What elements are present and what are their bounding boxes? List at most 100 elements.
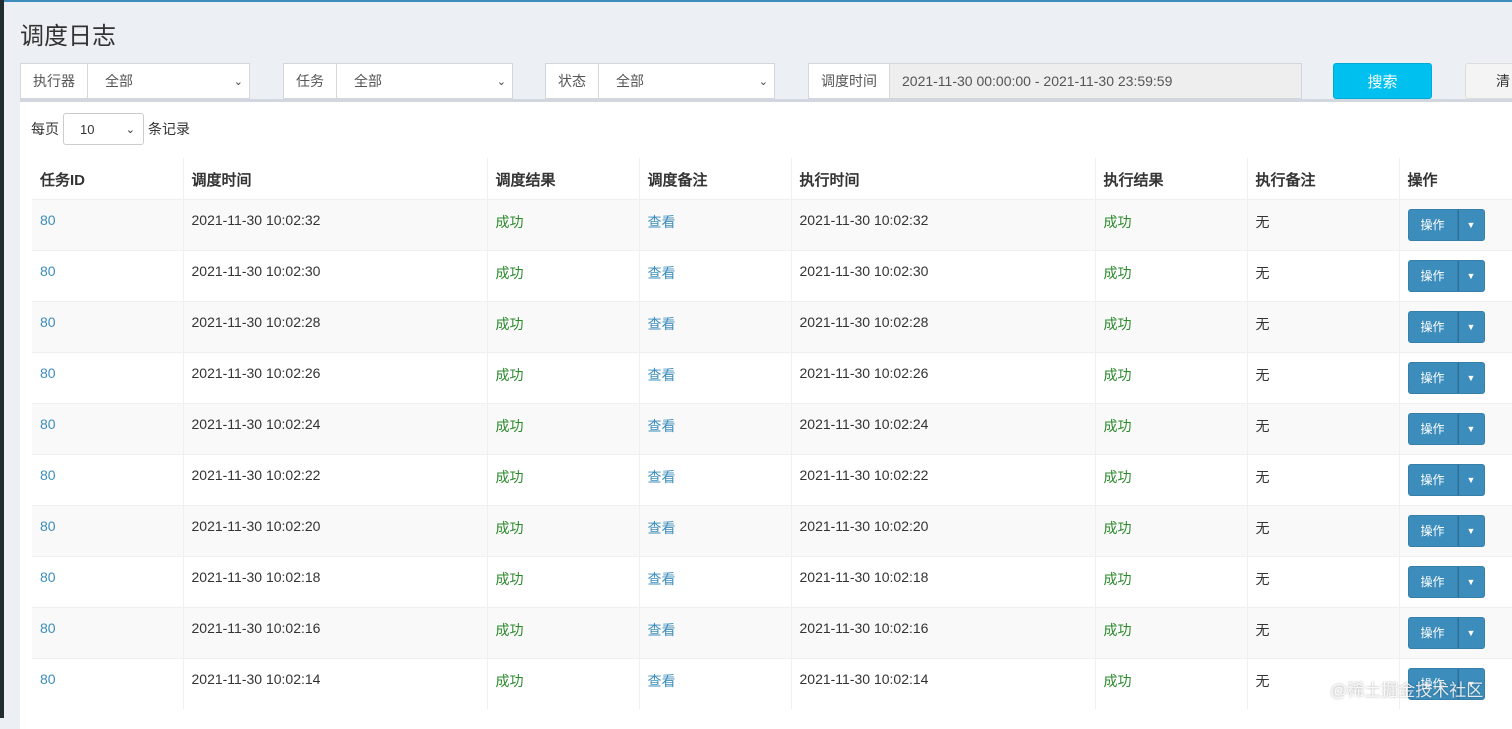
- job-id-link[interactable]: 80: [40, 671, 56, 687]
- executor-value: 全部: [105, 71, 133, 91]
- handle-time: 2021-11-30 10:02:18: [800, 569, 929, 585]
- handle-time: 2021-11-30 10:02:16: [800, 620, 929, 636]
- handle-result: 成功: [1104, 418, 1132, 434]
- column-header[interactable]: 操作: [1399, 158, 1512, 199]
- job-id-link[interactable]: 80: [40, 314, 56, 330]
- trigger-msg-link[interactable]: 查看: [648, 469, 676, 485]
- handle-time: 2021-11-30 10:02:22: [800, 467, 929, 483]
- column-header[interactable]: 执行时间: [791, 158, 1095, 199]
- page-length-prefix: 每页: [31, 119, 59, 139]
- job-id-link[interactable]: 80: [40, 212, 56, 228]
- trigger-result: 成功: [496, 367, 524, 383]
- operation-button-group: 操作▼: [1408, 311, 1512, 343]
- caret-down-icon[interactable]: ▼: [1458, 413, 1485, 445]
- handle-result: 成功: [1104, 520, 1132, 536]
- page-length-select[interactable]: 10 ⌄: [63, 113, 144, 145]
- trigger-result: 成功: [496, 520, 524, 536]
- trigger-msg-link[interactable]: 查看: [648, 520, 676, 536]
- executor-label: 执行器: [21, 64, 88, 98]
- trigger-msg-link[interactable]: 查看: [648, 316, 676, 332]
- table-row: 80 2021-11-30 10:02:20 成功 查看 2021-11-30 …: [32, 505, 1512, 556]
- job-id-link[interactable]: 80: [40, 620, 56, 636]
- handle-msg: 无: [1256, 265, 1270, 281]
- operation-button[interactable]: 操作: [1408, 260, 1458, 292]
- caret-down-icon[interactable]: ▼: [1458, 311, 1485, 343]
- sidebar-edge: [0, 0, 4, 718]
- column-header[interactable]: 调度结果: [487, 158, 639, 199]
- operation-button-group: 操作▼: [1408, 260, 1512, 292]
- chevron-down-icon: ⌄: [759, 75, 768, 88]
- caret-down-icon[interactable]: ▼: [1458, 209, 1485, 241]
- trigger-result: 成功: [496, 316, 524, 332]
- search-button[interactable]: 搜索: [1333, 63, 1432, 99]
- trigger-time: 2021-11-30 10:02:16: [192, 620, 321, 636]
- column-header[interactable]: 任务ID: [32, 158, 183, 199]
- handle-time: 2021-11-30 10:02:30: [800, 263, 929, 279]
- operation-button-group: 操作▼: [1408, 515, 1512, 547]
- clear-label: 清: [1496, 71, 1510, 91]
- chevron-down-icon: ⌄: [126, 123, 135, 136]
- handle-result: 成功: [1104, 673, 1132, 689]
- trigger-time: 2021-11-30 10:02:32: [192, 212, 321, 228]
- column-header[interactable]: 调度时间: [183, 158, 487, 199]
- trigger-time: 2021-11-30 10:02:18: [192, 569, 321, 585]
- caret-down-icon[interactable]: ▼: [1458, 464, 1485, 496]
- table-row: 80 2021-11-30 10:02:16 成功 查看 2021-11-30 …: [32, 607, 1512, 658]
- operation-button-group: 操作▼: [1408, 209, 1512, 241]
- operation-button[interactable]: 操作: [1408, 311, 1458, 343]
- operation-button[interactable]: 操作: [1408, 515, 1458, 547]
- trigger-msg-link[interactable]: 查看: [648, 214, 676, 230]
- trigger-time: 2021-11-30 10:02:26: [192, 365, 321, 381]
- column-header[interactable]: 执行备注: [1247, 158, 1399, 199]
- job-id-link[interactable]: 80: [40, 263, 56, 279]
- status-label: 状态: [546, 64, 599, 98]
- time-range-input[interactable]: 2021-11-30 00:00:00 - 2021-11-30 23:59:5…: [890, 64, 1301, 98]
- status-value: 全部: [616, 71, 644, 91]
- trigger-result: 成功: [496, 673, 524, 689]
- operation-button-group: 操作▼: [1408, 362, 1512, 394]
- operation-button-group: 操作▼: [1408, 464, 1512, 496]
- caret-down-icon[interactable]: ▼: [1458, 617, 1485, 649]
- trigger-result: 成功: [496, 418, 524, 434]
- handle-time: 2021-11-30 10:02:26: [800, 365, 929, 381]
- trigger-msg-link[interactable]: 查看: [648, 673, 676, 689]
- time-filter: 调度时间 2021-11-30 00:00:00 - 2021-11-30 23…: [808, 63, 1302, 99]
- handle-msg: 无: [1256, 622, 1270, 638]
- job-id-link[interactable]: 80: [40, 467, 56, 483]
- caret-down-icon[interactable]: ▼: [1458, 260, 1485, 292]
- trigger-msg-link[interactable]: 查看: [648, 265, 676, 281]
- handle-msg: 无: [1256, 418, 1270, 434]
- operation-button[interactable]: 操作: [1408, 362, 1458, 394]
- job-id-link[interactable]: 80: [40, 416, 56, 432]
- page-length-value: 10: [80, 122, 94, 137]
- operation-button[interactable]: 操作: [1408, 464, 1458, 496]
- trigger-time: 2021-11-30 10:02:20: [192, 518, 321, 534]
- caret-down-icon[interactable]: ▼: [1458, 566, 1485, 598]
- caret-down-icon[interactable]: ▼: [1458, 362, 1485, 394]
- operation-button[interactable]: 操作: [1408, 209, 1458, 241]
- handle-time: 2021-11-30 10:02:20: [800, 518, 929, 534]
- trigger-msg-link[interactable]: 查看: [648, 367, 676, 383]
- column-header[interactable]: 执行结果: [1095, 158, 1247, 199]
- trigger-msg-link[interactable]: 查看: [648, 571, 676, 587]
- job-select[interactable]: 全部⌄: [337, 64, 512, 98]
- trigger-msg-link[interactable]: 查看: [648, 418, 676, 434]
- chevron-down-icon: ⌄: [497, 75, 506, 88]
- trigger-time: 2021-11-30 10:02:30: [192, 263, 321, 279]
- job-id-link[interactable]: 80: [40, 365, 56, 381]
- clear-button[interactable]: 清: [1465, 63, 1512, 99]
- caret-down-icon[interactable]: ▼: [1458, 515, 1485, 547]
- operation-button[interactable]: 操作: [1408, 566, 1458, 598]
- operation-button[interactable]: 操作: [1408, 413, 1458, 445]
- column-header[interactable]: 调度备注: [639, 158, 791, 199]
- executor-filter: 执行器 全部⌄: [20, 63, 250, 99]
- status-select[interactable]: 全部 ⌄: [599, 64, 774, 98]
- job-id-link[interactable]: 80: [40, 569, 56, 585]
- executor-select[interactable]: 全部⌄: [88, 64, 249, 98]
- operation-button[interactable]: 操作: [1408, 617, 1458, 649]
- job-id-link[interactable]: 80: [40, 518, 56, 534]
- trigger-result: 成功: [496, 571, 524, 587]
- trigger-msg-link[interactable]: 查看: [648, 622, 676, 638]
- table-row: 80 2021-11-30 10:02:18 成功 查看 2021-11-30 …: [32, 556, 1512, 607]
- handle-time: 2021-11-30 10:02:24: [800, 416, 929, 432]
